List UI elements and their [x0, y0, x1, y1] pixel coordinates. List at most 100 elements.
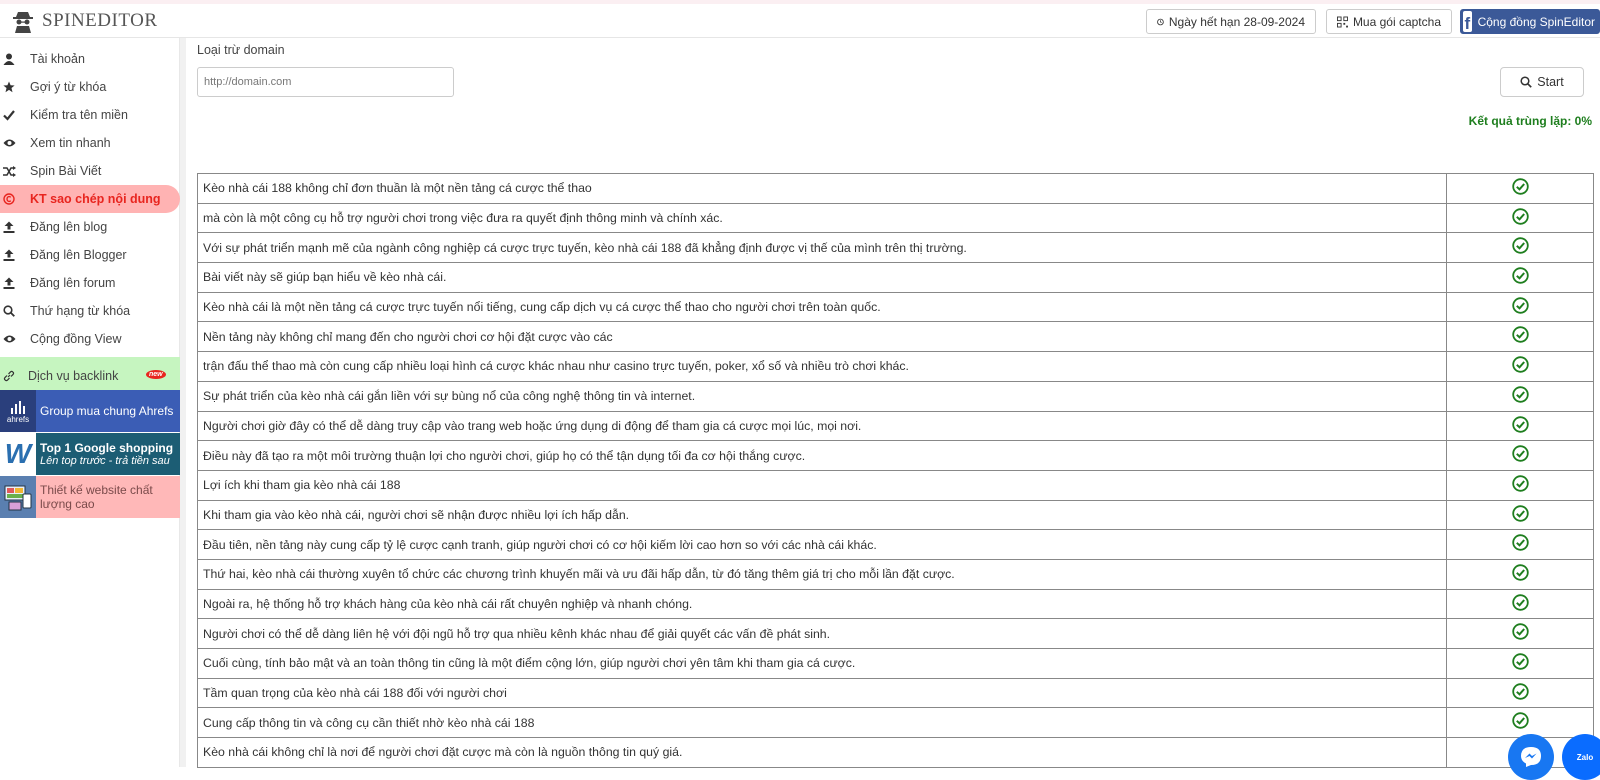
table-row: Lợi ích khi tham gia kèo nhà cái 188 — [198, 470, 1594, 501]
sentence-text: Cuối cùng, tính bảo mật và an toàn thông… — [198, 649, 1447, 678]
table-row: Người chơi giờ đây có thể dễ dàng truy c… — [198, 411, 1594, 442]
sidebar-item-label: Đăng lên blog — [30, 220, 108, 234]
website-thumbnail — [0, 476, 36, 518]
sidebar-item-keyword-rank[interactable]: Thứ hạng từ khóa — [0, 297, 180, 325]
user-icon — [2, 52, 16, 66]
sidebar-item-label: Đăng lên forum — [30, 276, 116, 290]
sentence-text: Sự phát triển của kèo nhà cái gắn liền v… — [198, 381, 1447, 411]
sidebar-item-quick-news[interactable]: Xem tin nhanh — [0, 129, 180, 157]
table-row: Kèo nhà cái là một nền tảng cá cược trực… — [198, 292, 1594, 323]
messenger-button[interactable] — [1508, 734, 1554, 780]
upload-icon — [2, 220, 16, 234]
chart-bars-icon — [11, 400, 25, 414]
check-circle-icon — [1511, 593, 1529, 611]
status-cell — [1447, 619, 1594, 648]
status-cell — [1447, 500, 1594, 530]
messenger-icon — [1521, 747, 1541, 767]
zalo-button[interactable]: Zalo — [1562, 734, 1600, 780]
sentence-text: Đầu tiên, nền tảng này cung cấp tỷ lệ cư… — [198, 530, 1447, 559]
zalo-label: Zalo — [1576, 752, 1594, 762]
facebook-community-button[interactable]: f Cộng đồng SpinEditor — [1460, 9, 1600, 34]
link-icon — [2, 369, 16, 383]
sentence-text: Kèo nhà cái 188 không chỉ đơn thuần là m… — [198, 174, 1447, 203]
sentence-text: Khi tham gia vào kèo nhà cái, người chơi… — [198, 500, 1447, 530]
check-circle-icon — [1511, 178, 1529, 195]
status-cell — [1447, 203, 1594, 233]
sidebar-item-keyword-suggest[interactable]: Gợi ý từ khóa — [0, 73, 180, 101]
sentence-text: Tầm quan trọng của kèo nhà cái 188 đối v… — [198, 678, 1447, 708]
sidebar-item-spin-article[interactable]: Spin Bài Viết — [0, 157, 180, 185]
sidebar-item-label: Kiểm tra tên miền — [30, 108, 128, 122]
sentence-text: Với sự phát triển mạnh mẽ của ngành công… — [198, 233, 1447, 263]
sidebar: Tài khoản Gợi ý từ khóa Kiểm tra tên miề… — [0, 38, 180, 767]
promo-google-title: Top 1 Google shopping — [40, 441, 174, 455]
sentence-text: mà còn là một công cụ hỗ trợ người chơi … — [198, 203, 1447, 233]
status-cell — [1447, 263, 1594, 292]
logo[interactable]: SPINEDITOR — [12, 8, 158, 34]
sidebar-item-post-forum[interactable]: Đăng lên forum — [0, 269, 180, 297]
promo-google-subtitle: Lên top trước - trả tiền sau — [40, 455, 170, 467]
sidebar-item-domain-check[interactable]: Kiểm tra tên miền — [0, 101, 180, 129]
status-cell — [1447, 708, 1594, 738]
sidebar-item-copy-check[interactable]: KT sao chép nội dung — [0, 185, 180, 213]
check-circle-icon — [1511, 623, 1529, 641]
status-cell — [1447, 441, 1594, 470]
star-icon — [2, 80, 16, 94]
upload-icon — [2, 248, 16, 262]
sentence-text: Điều này đã tạo ra một môi trường thuận … — [198, 441, 1447, 470]
facebook-icon: f — [1463, 11, 1472, 32]
copyright-icon — [2, 192, 16, 206]
clock-icon — [1157, 18, 1164, 25]
search-icon — [2, 304, 16, 318]
search-icon — [1520, 76, 1533, 88]
sentence-text: Nền tảng này không chỉ mang đến cho ngườ… — [198, 322, 1447, 352]
sidebar-scrollbar[interactable] — [180, 38, 186, 767]
check-circle-icon — [1511, 712, 1529, 730]
check-circle-icon — [1511, 237, 1529, 255]
check-circle-icon — [1511, 653, 1529, 670]
sidebar-item-community-view[interactable]: Cộng đồng View — [0, 325, 180, 353]
table-row: Cuối cùng, tính bảo mật và an toàn thông… — [198, 649, 1594, 679]
status-cell — [1447, 530, 1594, 559]
status-cell — [1447, 559, 1594, 589]
table-row: Bài viết này sẽ giúp bạn hiểu về kèo nhà… — [198, 263, 1594, 293]
start-label: Start — [1537, 75, 1564, 89]
sidebar-item-label: Gợi ý từ khóa — [30, 80, 107, 94]
table-row: Thứ hai, kèo nhà cái thường xuyên tổ chứ… — [198, 559, 1594, 590]
shuffle-icon — [2, 164, 16, 178]
table-row: Điều này đã tạo ra một môi trường thuận … — [198, 441, 1594, 471]
sidebar-item-post-blog[interactable]: Đăng lên blog — [0, 213, 180, 241]
sidebar-item-label: Xem tin nhanh — [30, 136, 111, 150]
qrcode-icon — [1337, 16, 1348, 27]
check-circle-icon — [1511, 356, 1529, 373]
sentence-text: Người chơi giờ đây có thể dễ dàng truy c… — [198, 411, 1447, 441]
expiry-button[interactable]: Ngày hết hạn 28-09-2024 — [1146, 9, 1316, 34]
table-row: Kèo nhà cái 188 không chỉ đơn thuần là m… — [198, 174, 1594, 204]
check-circle-icon — [1511, 207, 1529, 225]
exclude-domain-input[interactable] — [197, 67, 454, 97]
start-button[interactable]: Start — [1500, 67, 1584, 97]
promo-google-shopping[interactable]: W Top 1 Google shopping Lên top trước - … — [0, 433, 180, 475]
sidebar-item-label: Đăng lên Blogger — [30, 248, 127, 262]
sidebar-item-label: Tài khoản — [30, 52, 85, 66]
promo-ahrefs-group[interactable]: ahrefs Group mua chung Ahrefs — [0, 390, 180, 432]
table-row: Sự phát triển của kèo nhà cái gắn liền v… — [198, 381, 1594, 412]
check-circle-icon — [1511, 326, 1529, 344]
status-cell — [1447, 589, 1594, 619]
check-circle-icon — [1511, 445, 1529, 462]
sidebar-item-post-blogger[interactable]: Đăng lên Blogger — [0, 241, 180, 269]
captcha-label: Mua gói captcha — [1352, 14, 1441, 29]
buy-captcha-button[interactable]: Mua gói captcha — [1326, 9, 1452, 34]
check-circle-icon — [1511, 475, 1529, 492]
sentence-text: Lợi ích khi tham gia kèo nhà cái 188 — [198, 470, 1447, 500]
w-logo-text: W — [4, 438, 32, 469]
sidebar-item-account[interactable]: Tài khoản — [0, 45, 180, 73]
status-cell — [1447, 678, 1594, 708]
table-row: Nền tảng này không chỉ mang đến cho ngườ… — [198, 322, 1594, 353]
status-cell — [1447, 352, 1594, 381]
check-circle-icon — [1511, 267, 1529, 284]
promo-website-design[interactable]: Thiết kế website chất lượng cao — [0, 476, 180, 518]
status-cell — [1447, 233, 1594, 263]
table-row: Khi tham gia vào kèo nhà cái, người chơi… — [198, 500, 1594, 531]
header: SPINEDITOR Ngày hết hạn 28-09-2024 Mua g… — [0, 4, 1600, 38]
